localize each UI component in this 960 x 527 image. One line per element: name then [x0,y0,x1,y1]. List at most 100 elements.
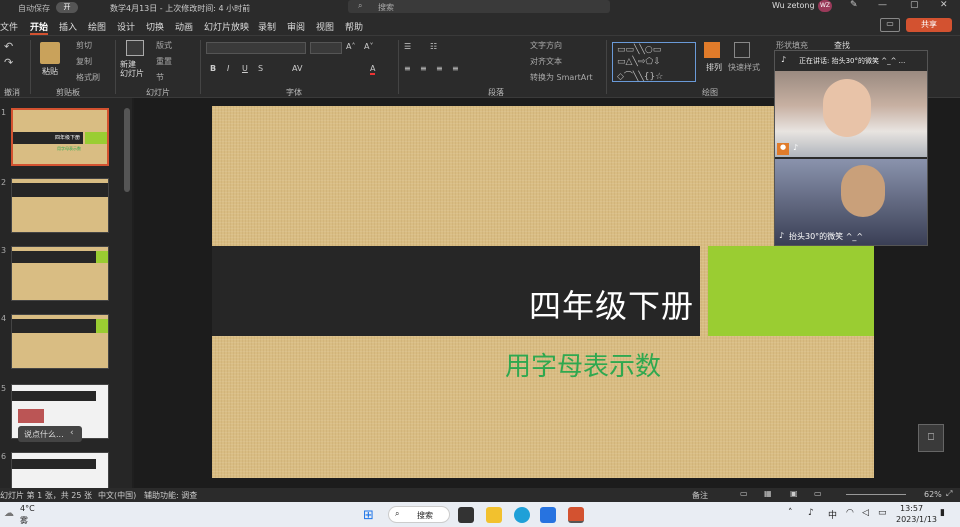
edge-icon[interactable] [514,507,530,523]
quick-styles-button[interactable]: 快速样式 [728,62,760,73]
menu-transitions[interactable]: 切换 [146,20,164,33]
font-size-dropdown[interactable] [310,42,342,54]
menu-review[interactable]: 审阅 [287,20,305,33]
normal-view-icon[interactable]: ▭ [740,489,748,498]
wifi-icon[interactable]: ◠ [846,508,854,518]
slide-subtitle[interactable]: 用字母表示数 [505,346,661,383]
minimize-icon[interactable]: — [878,0,887,10]
search-input[interactable]: 搜索 [378,2,394,13]
arrange-icon[interactable] [704,42,720,58]
comments-button[interactable]: ▭ [880,18,900,32]
align-center-icon[interactable]: ≡ [420,64,427,73]
notes-panel-button[interactable]: ⎕ [918,424,944,452]
slide-thumbnail[interactable] [11,178,109,233]
menu-animations[interactable]: 动画 [175,20,193,33]
strikethrough-icon[interactable]: S [258,64,263,73]
format-painter-button[interactable]: 格式刷 [76,72,100,83]
slide-title[interactable]: 四年级下册 [529,281,694,327]
menu-view[interactable]: 视图 [316,20,334,33]
participant-video-2[interactable]: ♪ 抬头30°的微笑 ^_^ [775,159,927,245]
text-direction-button[interactable]: 文字方向 [530,40,562,51]
clock-time[interactable]: 13:57 [900,504,923,513]
menu-record[interactable]: 录制 [258,20,276,33]
align-left-icon[interactable]: ≡ [404,64,411,73]
layout-button[interactable]: 版式 [156,40,172,51]
participant-video-1[interactable]: ● ♪ [775,71,927,157]
notes-toggle[interactable]: 备注 [692,490,708,501]
document-title[interactable]: 数学4月13日 - 上次修改时间: 4 小时前 [110,3,250,14]
thumbs-scrollbar[interactable] [124,108,130,192]
user-name[interactable]: Wu zetong [772,1,815,10]
align-right-icon[interactable]: ≡ [436,64,443,73]
undo-icon[interactable]: ↶ [4,40,13,53]
slide-thumbnail[interactable] [11,246,109,301]
numbering-icon[interactable]: ☷ [430,42,437,51]
zoom-level[interactable]: 62% [924,490,942,499]
menu-home[interactable]: 开始 [30,20,49,35]
redo-icon[interactable]: ↷ [4,56,13,69]
slideshow-view-icon[interactable]: ▭ [814,489,822,498]
video-call-panel: 正在讲话: 抬头30°的微笑 ^_^ ... ♪ ● ♪ ♪ 抬头30°的微笑 … [774,50,928,246]
reset-button[interactable]: 重置 [156,56,172,67]
align-text-button[interactable]: 对齐文本 [530,56,562,67]
search-box[interactable]: ⌕ 搜索 [348,0,610,13]
microphone-icon[interactable]: ♪ [808,508,814,518]
underline-icon[interactable]: U [242,64,248,73]
taskview-icon[interactable] [458,507,474,523]
file-explorer-icon[interactable] [486,507,502,523]
language-indicator[interactable]: 中文(中国) [98,490,136,501]
bold-icon[interactable]: B [210,64,216,73]
fit-slide-icon[interactable]: ⤢ [946,489,952,499]
pen-icon[interactable]: ✎ [850,0,858,10]
justify-icon[interactable]: ≡ [452,64,459,73]
ime-indicator[interactable]: 中 [828,508,837,521]
zoom-slider[interactable] [846,494,906,495]
app-icon[interactable] [540,507,556,523]
avatar[interactable]: WZ [818,0,832,12]
search-icon: ⌕ [395,509,400,518]
windows-start-icon[interactable]: ⊞ [363,508,374,523]
shapes-gallery[interactable]: ▭▭╲╲○▭ ▭△╲⇨⬠⇩ ◇⌒╲╲{}☆ [612,42,696,82]
quick-styles-icon[interactable] [734,42,750,58]
slide-thumbnail[interactable]: 四年级下册 用字母表示数 [11,108,109,166]
slide-thumbnail[interactable] [11,314,109,369]
menu-file[interactable]: 文件 [0,20,18,33]
font-name-dropdown[interactable] [206,42,306,54]
grow-font-icon[interactable]: A˄ [346,42,355,51]
accessibility-status[interactable]: 辅助功能: 调查 [144,490,197,501]
sorter-view-icon[interactable]: ▦ [764,489,772,498]
reading-view-icon[interactable]: ▣ [790,489,798,498]
font-color-icon[interactable]: A [370,64,376,75]
menu-help[interactable]: 帮助 [345,20,363,33]
collapse-icon[interactable]: ‹ [70,428,74,438]
new-slide-icon[interactable] [126,40,144,56]
bullets-icon[interactable]: ☰ [404,42,411,51]
autosave-toggle[interactable]: 开 [56,2,78,13]
menu-insert[interactable]: 插入 [59,20,77,33]
taskbar-search[interactable]: ⌕ 搜索 [388,506,450,523]
char-spacing-icon[interactable]: AV [292,64,302,73]
shrink-font-icon[interactable]: A˅ [364,42,373,51]
menu-draw[interactable]: 绘图 [88,20,106,33]
section-button[interactable]: 节 [156,72,164,83]
italic-icon[interactable]: I [227,64,229,73]
arrange-button[interactable]: 排列 [706,62,722,73]
share-button[interactable]: 共享 [906,18,952,32]
maximize-icon[interactable]: ▢ [910,0,919,10]
powerpoint-icon[interactable] [568,507,584,523]
new-slide-button[interactable]: 新建 幻灯片 [120,60,150,78]
slide-thumbnail[interactable] [11,452,109,488]
smartart-button[interactable]: 转换为 SmartArt [530,72,593,83]
menu-slideshow[interactable]: 幻灯片放映 [204,20,249,33]
paste-icon[interactable] [40,42,60,64]
close-icon[interactable]: ✕ [940,0,948,10]
menu-design[interactable]: 设计 [117,20,135,33]
notification-icon[interactable]: ▮ [940,508,945,518]
chevron-up-icon[interactable]: ˄ [788,508,793,518]
volume-icon[interactable]: ◁ [862,508,869,518]
paste-button[interactable]: 粘贴 [42,66,58,77]
cut-button[interactable]: 剪切 [76,40,92,51]
copy-button[interactable]: 复制 [76,56,92,67]
battery-icon[interactable]: ▭ [878,508,887,518]
clock-date[interactable]: 2023/1/13 [896,515,937,524]
